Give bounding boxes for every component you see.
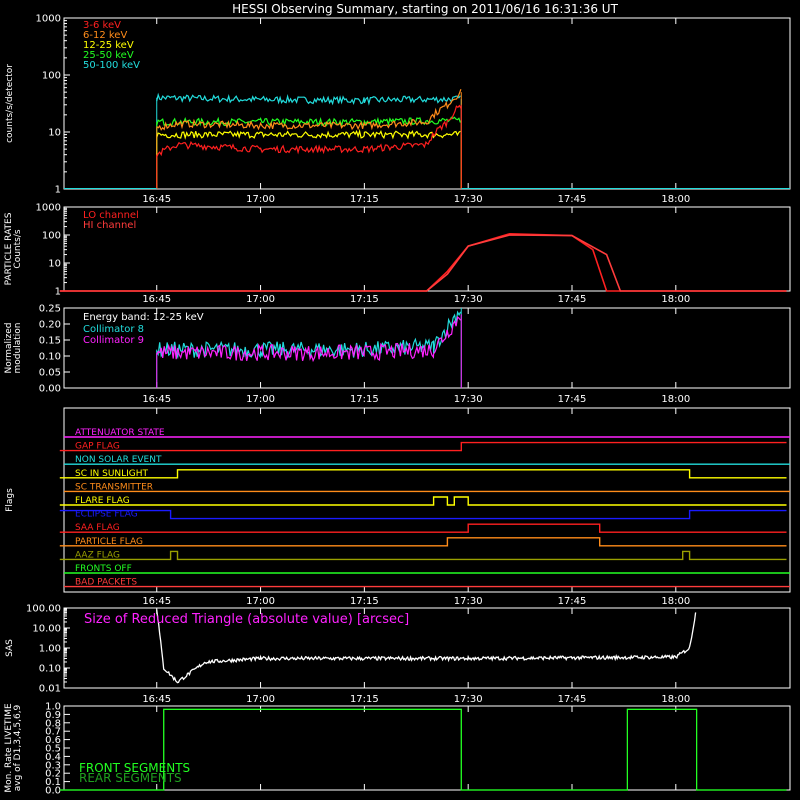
x-tick-label: 17:45 xyxy=(558,694,587,705)
panel-frame xyxy=(63,206,791,292)
y-tick-label: 0.00 xyxy=(39,384,61,395)
y-axis-label: counts/s/detector xyxy=(5,64,15,143)
y-tick-label: 10 xyxy=(48,259,61,270)
x-tick-label: 18:00 xyxy=(661,294,690,305)
y-tick-label: 100.00 xyxy=(26,604,61,615)
legend-entry: REAR SEGMENTS xyxy=(79,771,182,785)
x-tick-label: 16:45 xyxy=(142,194,171,205)
y-axis-label: modulation xyxy=(13,323,23,374)
y-tick-label: 0.10 xyxy=(39,664,61,675)
x-tick-label: 17:30 xyxy=(454,294,483,305)
x-tick-label: 16:45 xyxy=(142,294,171,305)
y-tick-label: 10 xyxy=(48,128,61,139)
series-line-6-12-keV xyxy=(156,88,462,131)
y-axis-label: Counts/s xyxy=(13,229,23,268)
panel-frame xyxy=(63,17,791,190)
x-tick-label: 17:15 xyxy=(350,694,379,705)
flag-line xyxy=(59,509,787,520)
annotation: Energy band: 12-25 keV xyxy=(83,312,204,323)
x-tick-label: 17:00 xyxy=(246,596,275,607)
x-tick-label: 17:00 xyxy=(246,394,275,405)
x-tick-label: 17:00 xyxy=(246,194,275,205)
hessi-summary-chart: HESSI Observing Summary, starting on 201… xyxy=(4,2,791,797)
y-tick-label: 0.05 xyxy=(39,368,61,379)
y-tick-label: 1000 xyxy=(36,203,61,214)
flag-line xyxy=(59,469,787,479)
series-line-LO-channel xyxy=(59,232,787,292)
series-line-3-6-keV xyxy=(156,104,462,158)
panel-frame xyxy=(63,407,791,593)
legend-entry: 50-100 keV xyxy=(83,60,140,71)
x-tick-label: 17:30 xyxy=(454,694,483,705)
flag-line xyxy=(59,550,787,561)
y-axis-label: Flags xyxy=(5,488,15,512)
legend-entry: Collimator 8 xyxy=(83,324,144,335)
y-tick-label: 100 xyxy=(42,231,61,242)
flag-line xyxy=(59,441,787,452)
x-tick-label: 16:45 xyxy=(142,394,171,405)
y-tick-label: 1000 xyxy=(36,14,61,25)
x-tick-label: 16:45 xyxy=(142,694,171,705)
x-tick-label: 16:45 xyxy=(142,596,171,607)
sas-legend: Size of Reduced Triangle (absolute value… xyxy=(84,612,409,627)
x-tick-label: 17:00 xyxy=(246,294,275,305)
x-tick-label: 17:45 xyxy=(558,294,587,305)
flag-line xyxy=(59,496,787,506)
series-line-50-100-keV xyxy=(156,92,461,106)
y-tick-label: 1.00 xyxy=(39,644,61,655)
x-tick-label: 17:15 xyxy=(350,394,379,405)
x-tick-label: 17:30 xyxy=(454,194,483,205)
y-axis-label: SAS xyxy=(5,639,15,657)
series-line-12-25-keV xyxy=(156,128,461,140)
y-tick-label: 0.15 xyxy=(39,336,61,347)
y-tick-label: 100 xyxy=(42,71,61,82)
flag-line xyxy=(59,523,787,533)
y-tick-label: 0.25 xyxy=(39,304,61,315)
x-tick-label: 17:15 xyxy=(350,596,379,607)
x-tick-label: 17:15 xyxy=(350,294,379,305)
y-tick-label: 1.0 xyxy=(45,702,61,713)
legend-entry: Collimator 9 xyxy=(83,335,144,346)
x-tick-label: 18:00 xyxy=(661,596,690,607)
legend-entry: HI channel xyxy=(83,220,136,231)
x-tick-label: 17:30 xyxy=(454,394,483,405)
x-tick-label: 18:00 xyxy=(661,394,690,405)
y-tick-label: 1 xyxy=(55,185,61,196)
x-tick-label: 17:00 xyxy=(246,694,275,705)
x-tick-label: 17:45 xyxy=(558,596,587,607)
x-tick-label: 18:00 xyxy=(661,194,690,205)
x-tick-label: 18:00 xyxy=(661,694,690,705)
y-axis-label: avg of D1,3,4,5,6,9 xyxy=(13,704,23,791)
y-tick-label: 1 xyxy=(55,287,61,298)
x-tick-label: 17:45 xyxy=(558,394,587,405)
chart-title: HESSI Observing Summary, starting on 201… xyxy=(232,2,618,16)
y-tick-label: 0.01 xyxy=(39,684,61,695)
x-tick-label: 17:45 xyxy=(558,194,587,205)
flag-line xyxy=(59,537,787,547)
y-tick-label: 10.00 xyxy=(32,624,61,635)
y-tick-label: 0.20 xyxy=(39,320,61,331)
series-line-HI-channel xyxy=(59,234,787,292)
x-tick-label: 17:15 xyxy=(350,194,379,205)
x-tick-label: 17:30 xyxy=(454,596,483,607)
y-tick-label: 0.10 xyxy=(39,352,61,363)
